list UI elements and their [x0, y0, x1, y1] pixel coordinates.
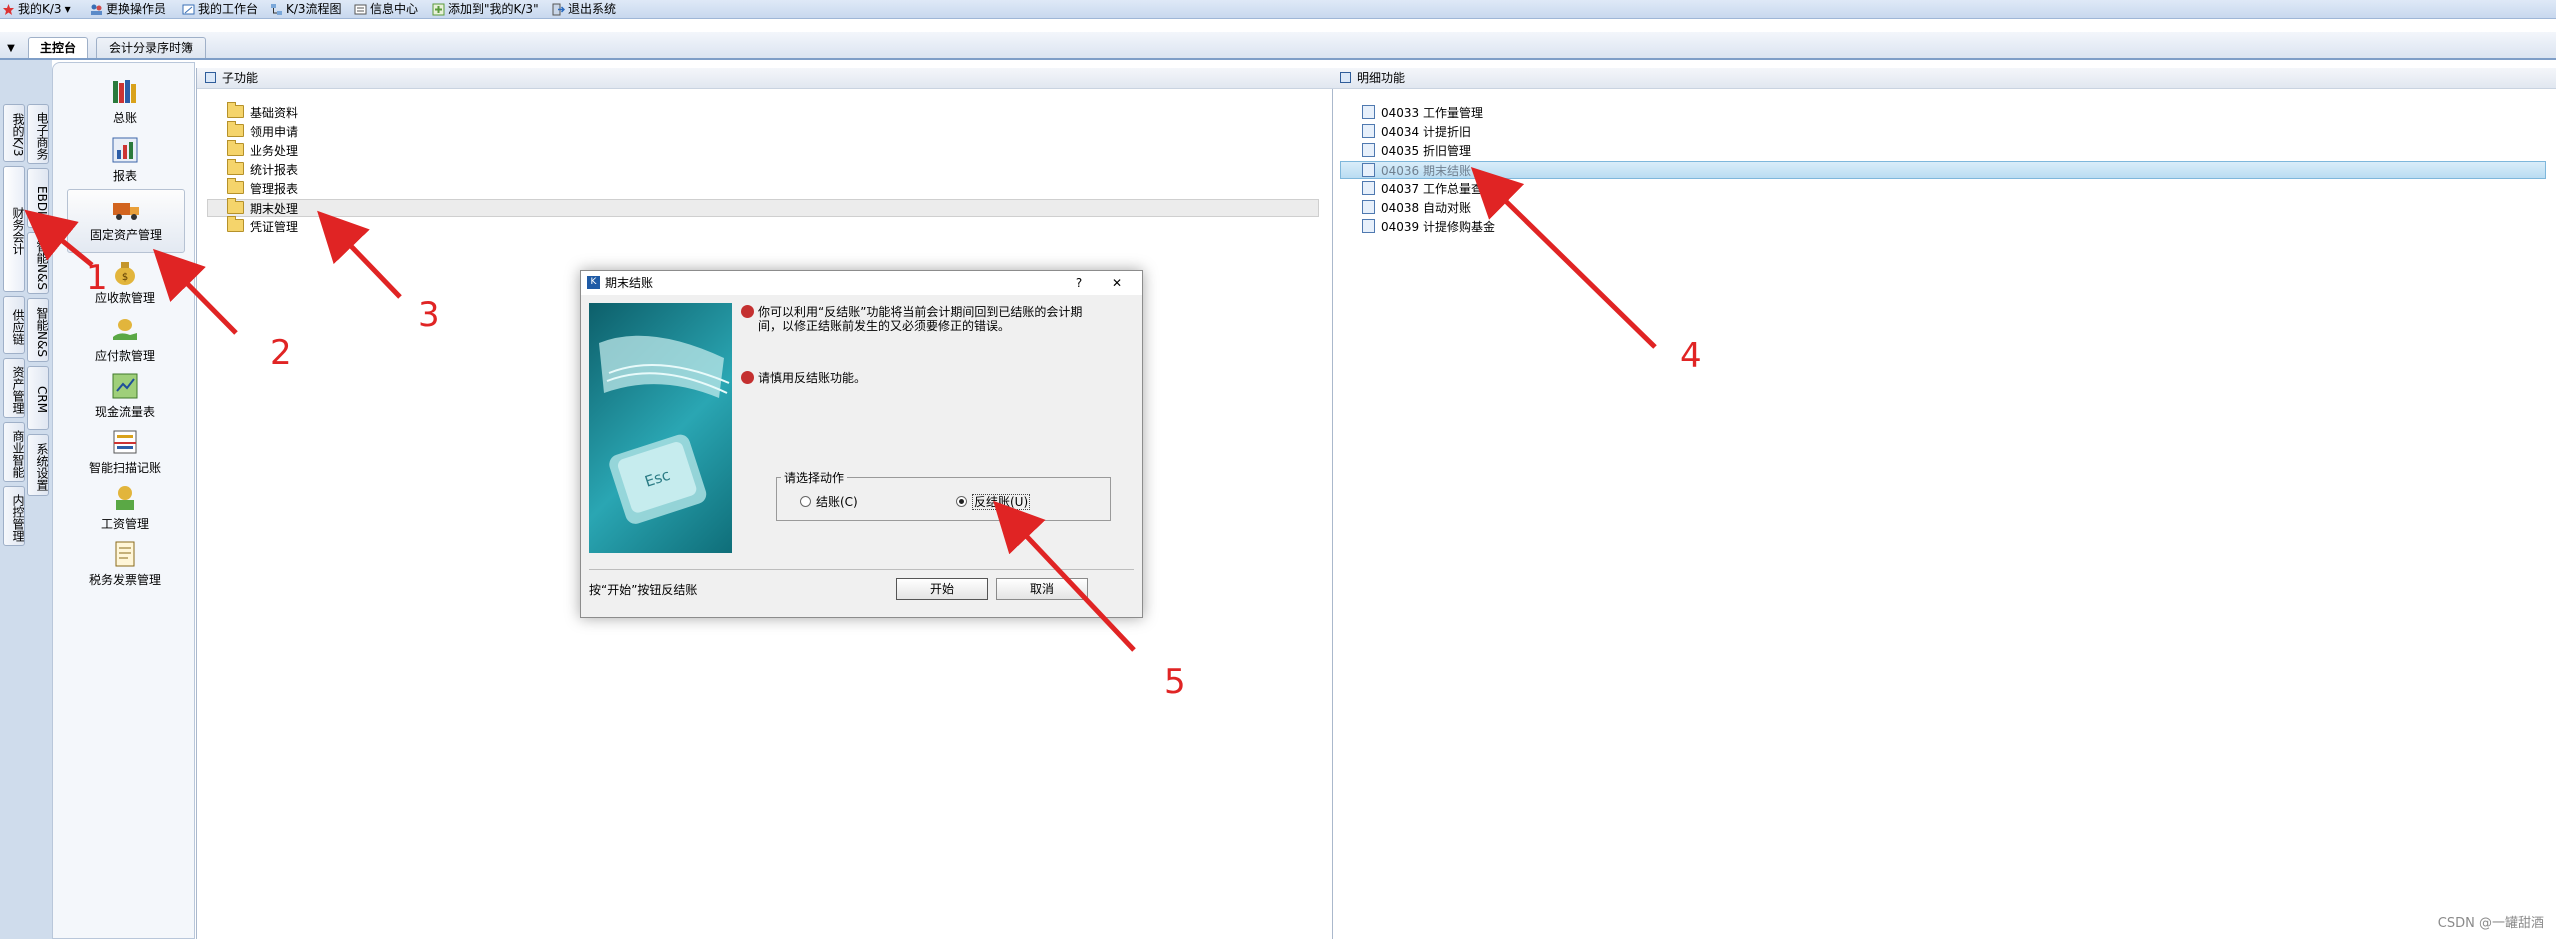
annotation-number-1: 1: [86, 258, 108, 298]
arrow-4: [1470, 167, 1657, 349]
arrow-2: [152, 248, 238, 335]
annotation-number-3: 3: [418, 295, 440, 335]
annotation-number-4: 4: [1680, 336, 1702, 376]
arrow-1: [24, 209, 94, 267]
annotation-number-2: 2: [270, 333, 292, 373]
watermark-text: CSDN @一罐甜酒: [2437, 916, 2544, 931]
arrow-5: [993, 500, 1136, 652]
annotation-number-5: 5: [1164, 662, 1186, 702]
annotation-arrows: [24, 167, 1657, 652]
arrow-3: [317, 210, 402, 299]
